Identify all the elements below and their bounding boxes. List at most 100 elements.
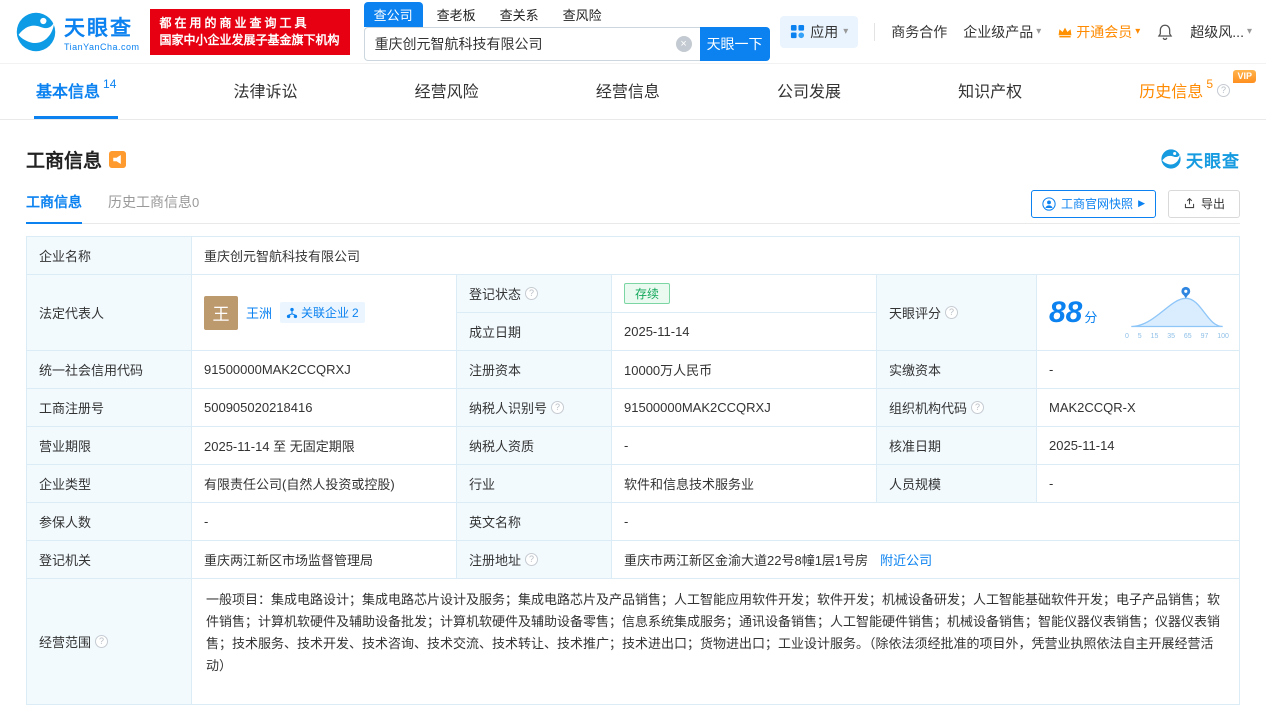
legal-rep-cell: 王 王洲 关联企业 2 (192, 275, 457, 351)
search-box: × (364, 27, 700, 61)
score-value: 88分 (1049, 296, 1097, 330)
subtab-row: 工商信息 历史工商信息0 工商官网快照 ▶ 导出 (26, 184, 1240, 224)
announcement-icon (109, 151, 126, 168)
snapshot-button-label: 工商官网快照 (1061, 195, 1133, 212)
org-code-label: 组织机构代码 (877, 389, 1037, 427)
staff-size-value: - (1037, 465, 1240, 503)
logo-title: 天眼查 (64, 12, 140, 42)
vip-ribbon-badge: VIP (1233, 70, 1256, 83)
legal-rep-avatar[interactable]: 王 (204, 296, 238, 330)
staff-size-label: 人员规模 (877, 465, 1037, 503)
crown-icon (1057, 25, 1073, 39)
clear-search-icon[interactable]: × (676, 36, 692, 52)
subtab-label: 历史工商信息 (108, 194, 192, 210)
search-tab-relation[interactable]: 查关系 (490, 2, 549, 27)
chevron-down-icon: ▾ (1036, 26, 1041, 37)
apps-label: 应用 (810, 22, 838, 42)
business-scope-value: 一般项目：集成电路设计；集成电路芯片设计及服务；集成电路芯片及产品销售；人工智能… (192, 579, 1240, 705)
related-label: 关联企业 (301, 304, 349, 321)
tab-basic-info[interactable]: 基本信息 14 (34, 64, 118, 119)
reg-address-label: 注册地址 (457, 541, 612, 579)
help-icon[interactable] (551, 401, 564, 414)
credit-code-label: 统一社会信用代码 (27, 351, 192, 389)
reg-number-label: 工商注册号 (27, 389, 192, 427)
person-icon (1042, 197, 1056, 211)
tab-label: 知识产权 (958, 78, 1022, 102)
org-structure-icon (286, 307, 298, 319)
score-cell: 88分 0515356597100 (1037, 275, 1240, 351)
tab-label: 基本信息 (36, 78, 100, 102)
page-title: 工商信息 (26, 146, 102, 173)
help-icon[interactable] (95, 635, 108, 648)
tab-history-info[interactable]: VIP 历史信息 5 (1137, 64, 1232, 119)
promo-banner-line1: 都在用的商业查询工具 (160, 15, 340, 32)
tab-intellectual-property[interactable]: 知识产权 (956, 64, 1024, 119)
related-count: 2 (352, 306, 359, 320)
help-icon[interactable] (525, 287, 538, 300)
business-info-table: 企业名称 重庆创元智航科技有限公司 法定代表人 王 王洲 关联企业 2 (26, 236, 1240, 705)
vip-label: 开通会员 (1076, 22, 1132, 42)
nearby-companies-link[interactable]: 附近公司 (880, 550, 932, 569)
reg-status-value: 存续 (612, 275, 877, 313)
search-tabs: 查公司 查老板 查关系 查风险 (364, 3, 770, 27)
reg-authority-label: 登记机关 (27, 541, 192, 579)
company-name-label: 企业名称 (27, 237, 192, 275)
nav-super-risk[interactable]: 超级风... ▾ (1190, 22, 1252, 42)
notification-bell-icon[interactable] (1156, 23, 1174, 41)
tab-label: 公司发展 (777, 78, 841, 102)
status-badge: 存续 (624, 283, 670, 304)
business-term-label: 营业期限 (27, 427, 192, 465)
apps-menu-button[interactable]: 应用 ▾ (780, 16, 858, 48)
tab-company-development[interactable]: 公司发展 (775, 64, 843, 119)
official-snapshot-button[interactable]: 工商官网快照 ▶ (1031, 190, 1156, 218)
taxpayer-id-value: 91500000MAK2CCQRXJ (612, 389, 877, 427)
nav-open-vip[interactable]: 开通会员 ▾ (1057, 22, 1140, 42)
help-icon[interactable] (945, 306, 958, 319)
paid-capital-label: 实缴资本 (877, 351, 1037, 389)
nav-enterprise-products[interactable]: 企业级产品 ▾ (963, 22, 1041, 42)
subtab-history-registration[interactable]: 历史工商信息0 (108, 184, 199, 224)
related-companies-badge[interactable]: 关联企业 2 (280, 302, 365, 323)
reg-address-value: 重庆市两江新区金渝大道22号8幢1层1号房 附近公司 (612, 541, 1240, 579)
main-content: 工商信息 天眼查 工商信息 历史工商信息0 (0, 144, 1266, 705)
legal-rep-label: 法定代表人 (27, 275, 192, 351)
tab-label: 法律诉讼 (234, 78, 298, 102)
tab-operational-risk[interactable]: 经营风险 (413, 64, 481, 119)
search-input[interactable] (375, 36, 676, 52)
paid-capital-value: - (1037, 351, 1240, 389)
search-button[interactable]: 天眼一下 (700, 27, 770, 61)
tianyancha-logo[interactable]: 天眼查 TianYanCha.com (14, 10, 140, 54)
legal-rep-name-link[interactable]: 王洲 (246, 303, 272, 322)
export-icon (1183, 197, 1196, 210)
logo-wave-icon (1160, 148, 1182, 170)
header-right-nav: 应用 ▾ 商务合作 企业级产品 ▾ 开通会员 ▾ 超级风... ▾ (780, 16, 1252, 48)
help-icon[interactable] (525, 553, 538, 566)
tab-business-info[interactable]: 经营信息 (594, 64, 662, 119)
export-button-label: 导出 (1201, 195, 1225, 212)
tab-count: 5 (1206, 77, 1213, 91)
taxpayer-id-label: 纳税人识别号 (457, 389, 612, 427)
insured-num-value: - (192, 503, 457, 541)
subtab-label: 工商信息 (26, 194, 82, 210)
search-tab-company[interactable]: 查公司 (364, 2, 423, 27)
tab-legal-proceedings[interactable]: 法律诉讼 (232, 64, 300, 119)
org-code-value: MAK2CCQR-X (1037, 389, 1240, 427)
reg-capital-value: 10000万人民币 (612, 351, 877, 389)
industry-value: 软件和信息技术服务业 (612, 465, 877, 503)
insured-num-label: 参保人数 (27, 503, 192, 541)
enterprise-label: 企业级产品 (963, 22, 1033, 42)
export-button[interactable]: 导出 (1168, 190, 1240, 218)
company-type-label: 企业类型 (27, 465, 192, 503)
help-icon[interactable] (971, 401, 984, 414)
search-tab-risk[interactable]: 查风险 (553, 2, 612, 27)
search-tab-boss[interactable]: 查老板 (427, 2, 486, 27)
taxpayer-quality-label: 纳税人资质 (457, 427, 612, 465)
subtab-business-registration[interactable]: 工商信息 (26, 184, 82, 224)
nav-business-cooperation[interactable]: 商务合作 (891, 22, 947, 42)
tab-label: 历史信息 (1139, 78, 1203, 102)
divider (874, 23, 875, 41)
search-block: 查公司 查老板 查关系 查风险 × 天眼一下 (364, 3, 770, 61)
score-label: 天眼评分 (877, 275, 1037, 351)
help-icon[interactable] (1217, 84, 1230, 97)
english-name-label: 英文名称 (457, 503, 612, 541)
